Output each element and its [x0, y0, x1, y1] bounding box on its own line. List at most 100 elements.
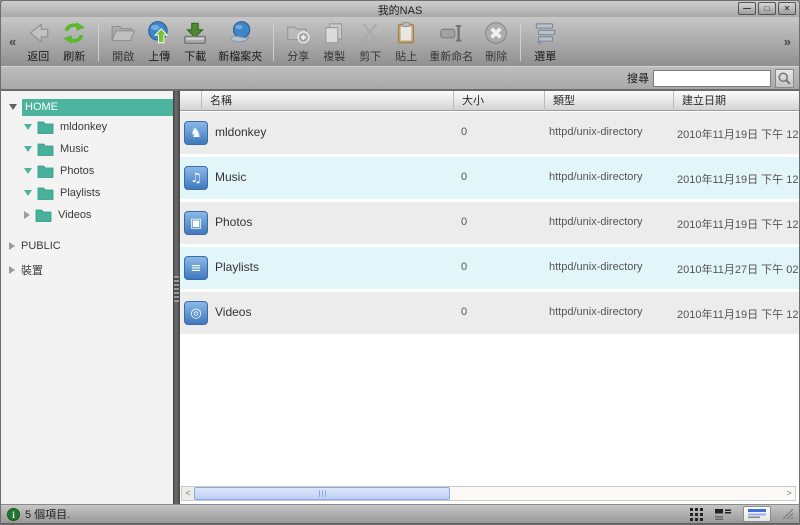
folder-icon	[37, 120, 54, 134]
copy-button[interactable]: 複製	[318, 19, 350, 65]
menu-list-icon	[532, 20, 558, 47]
paste-button[interactable]: 貼上	[390, 19, 422, 65]
file-name: Photos	[215, 215, 252, 229]
new-folder-globe-hand-icon	[227, 20, 253, 47]
table-header-select[interactable]	[180, 91, 201, 111]
scroll-left-arrow-icon[interactable]: <	[182, 487, 194, 500]
share-button[interactable]: 分享	[282, 19, 314, 65]
refresh-icon	[61, 20, 87, 47]
back-arrow-icon	[25, 20, 51, 47]
cut-scissors-icon	[357, 20, 383, 47]
file-name: Playlists	[215, 260, 259, 274]
photos-folder-icon: ▣	[184, 211, 208, 235]
search-button[interactable]	[775, 69, 794, 88]
scrollbar-thumb[interactable]	[194, 487, 450, 500]
table-row-mldonkey[interactable]: ♞ mldonkey 0 httpd/unix-directory 2010年1…	[180, 112, 799, 154]
table-header-size[interactable]: 大小	[453, 91, 544, 111]
info-icon: i	[7, 508, 20, 521]
expand-arrow-icon[interactable]	[24, 190, 32, 196]
refresh-button[interactable]: 刷新	[58, 19, 90, 65]
rename-button[interactable]: 重新命名	[426, 19, 476, 65]
open-button[interactable]: 開啟	[107, 19, 139, 65]
expand-arrow-icon[interactable]	[24, 146, 32, 152]
toolbar-separator	[520, 23, 521, 61]
toolbar-overflow-right[interactable]: »	[782, 34, 793, 49]
file-type: httpd/unix-directory	[549, 216, 643, 228]
table-row-music[interactable]: ♫ Music 0 httpd/unix-directory 2010年11月1…	[180, 157, 799, 199]
scroll-right-arrow-icon[interactable]: >	[783, 487, 795, 500]
cut-button[interactable]: 剪下	[354, 19, 386, 65]
grid-view-icon	[690, 508, 703, 521]
maximize-button[interactable]: □	[758, 2, 776, 15]
sidebar-item-music[interactable]: Music	[1, 138, 173, 160]
file-size: 0	[461, 171, 467, 183]
window-controls: — □ ✕	[738, 2, 796, 15]
videos-folder-icon: ◎	[184, 301, 208, 325]
open-folder-icon	[110, 20, 136, 47]
expand-arrow-icon[interactable]	[24, 211, 30, 219]
toolbar: « 返回 刷新	[1, 17, 799, 66]
new-folder-button[interactable]: 新檔案夾	[215, 19, 265, 65]
search-label: 搜尋	[627, 70, 649, 86]
back-button[interactable]: 返回	[22, 19, 54, 65]
list-view-button[interactable]	[715, 509, 731, 520]
table-header-type[interactable]: 類型	[544, 91, 673, 111]
expand-arrow-icon[interactable]	[9, 104, 17, 110]
table-row-playlists[interactable]: ≡ Playlists 0 httpd/unix-directory 2010年…	[180, 247, 799, 289]
search-input[interactable]	[653, 70, 771, 87]
menu-button[interactable]: 選單	[529, 19, 561, 65]
expand-arrow-icon[interactable]	[24, 168, 32, 174]
toolbar-collapse-left[interactable]: «	[7, 34, 18, 49]
file-type: httpd/unix-directory	[549, 306, 643, 318]
table-row-videos[interactable]: ◎ Videos 0 httpd/unix-directory 2010年11月…	[180, 292, 799, 334]
file-created: 2010年11月19日 下午 12:0	[677, 216, 799, 232]
delete-icon	[483, 20, 509, 47]
expand-arrow-icon[interactable]	[24, 124, 32, 130]
download-icon	[182, 20, 208, 47]
sidebar-item-photos[interactable]: Photos	[1, 160, 173, 182]
sidebar-splitter[interactable]	[173, 91, 180, 504]
table-rows: ♞ mldonkey 0 httpd/unix-directory 2010年1…	[180, 112, 799, 337]
upload-globe-icon	[146, 20, 172, 47]
sidebar-item-devices[interactable]: 裝置	[1, 258, 173, 282]
expand-arrow-icon[interactable]	[9, 242, 15, 250]
mldonkey-folder-icon: ♞	[184, 121, 208, 145]
close-button[interactable]: ✕	[778, 2, 796, 15]
expand-arrow-icon[interactable]	[9, 266, 15, 274]
horizontal-scrollbar[interactable]: < >	[181, 486, 796, 501]
sidebar-item-home[interactable]: HOME	[1, 98, 173, 116]
splitter-grip-icon	[174, 276, 179, 302]
file-created: 2010年11月27日 下午 02:0	[677, 261, 799, 277]
table-row-photos[interactable]: ▣ Photos 0 httpd/unix-directory 2010年11月…	[180, 202, 799, 244]
magnifier-icon	[777, 71, 792, 86]
resize-grip-icon[interactable]	[783, 509, 793, 519]
folder-icon	[35, 208, 52, 222]
table-header: 名稱 大小 類型 建立日期	[180, 91, 799, 111]
sidebar-item-public[interactable]: PUBLIC	[1, 234, 173, 258]
file-created: 2010年11月19日 下午 12:	[677, 306, 799, 322]
title-bar[interactable]: 我的NAS — □ ✕	[1, 1, 799, 17]
folder-icon	[37, 186, 54, 200]
detail-view-icon	[748, 509, 766, 519]
detail-view-button[interactable]	[743, 506, 771, 522]
upload-button[interactable]: 上傳	[143, 19, 175, 65]
download-button[interactable]: 下載	[179, 19, 211, 65]
table-header-created[interactable]: 建立日期	[673, 91, 799, 111]
copy-icon	[321, 20, 347, 47]
table-header-name[interactable]: 名稱	[201, 91, 453, 111]
sidebar-item-mldonkey[interactable]: mldonkey	[1, 116, 173, 138]
playlists-folder-icon: ≡	[184, 256, 208, 280]
file-created: 2010年11月19日 下午 12:0	[677, 171, 799, 187]
delete-button[interactable]: 刪除	[480, 19, 512, 65]
minimize-button[interactable]: —	[738, 2, 756, 15]
item-count-text: 5 個項目.	[25, 506, 70, 522]
list-view-icon	[715, 509, 731, 520]
file-type: httpd/unix-directory	[549, 126, 643, 138]
grid-view-button[interactable]	[690, 508, 703, 521]
music-folder-icon: ♫	[184, 166, 208, 190]
rename-icon	[438, 20, 464, 47]
file-type: httpd/unix-directory	[549, 171, 643, 183]
status-bar: i 5 個項目.	[1, 504, 799, 525]
sidebar-item-videos[interactable]: Videos	[1, 204, 173, 226]
sidebar-item-playlists[interactable]: Playlists	[1, 182, 173, 204]
